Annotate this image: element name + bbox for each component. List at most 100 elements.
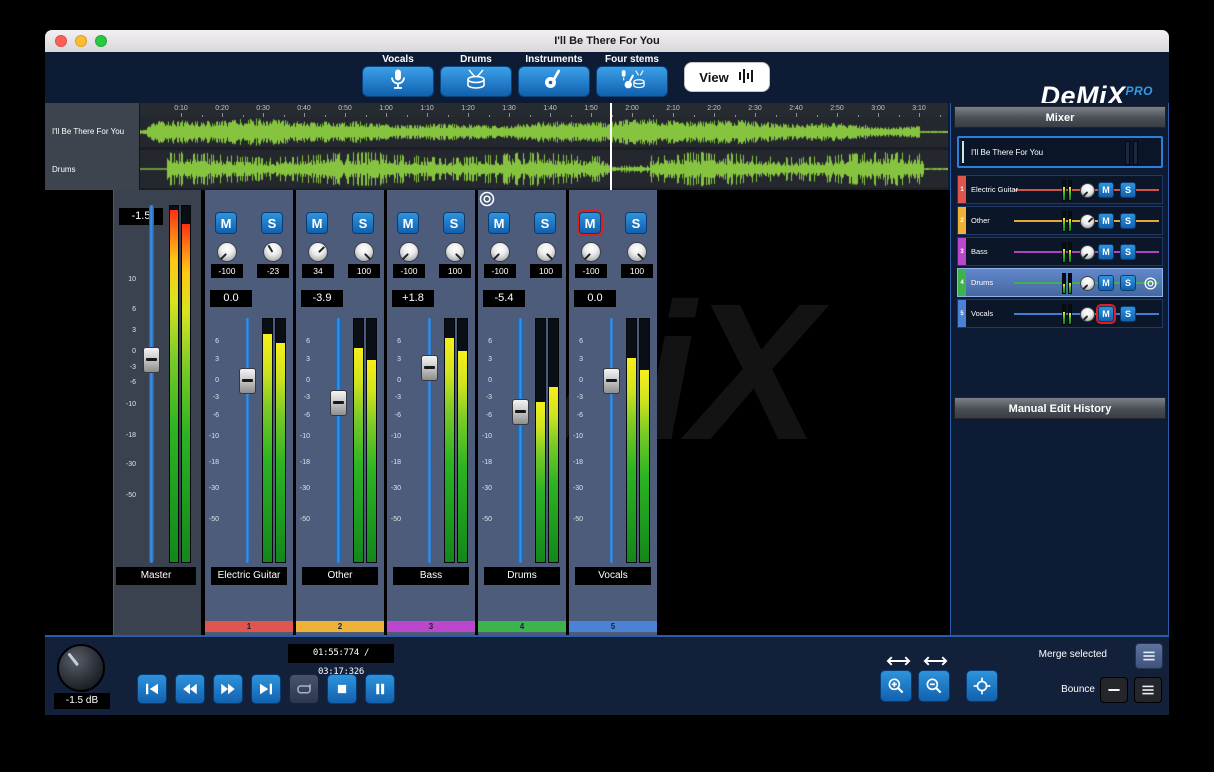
fast-forward-button[interactable] <box>213 674 243 704</box>
row-pan-knob-electric-guitar[interactable] <box>1080 183 1095 198</box>
row-meter-fill <box>1063 187 1065 200</box>
waveform-drums[interactable] <box>140 150 948 188</box>
row-meter <box>1068 273 1072 294</box>
width-knob-electric-guitar[interactable] <box>263 242 283 262</box>
row-solo-button-vocals[interactable]: S <box>1120 306 1136 322</box>
solo-button-bass[interactable]: S <box>443 212 465 234</box>
waveform-mix[interactable] <box>140 117 948 147</box>
row-mute-button-bass[interactable]: M <box>1098 244 1114 260</box>
fader-handle-vocals[interactable] <box>603 368 620 394</box>
master-track-name: I'll Be There For You <box>971 138 1043 166</box>
channel-scale-label: -3 <box>478 394 492 401</box>
view-button[interactable]: View <box>684 62 770 92</box>
track-label-drums[interactable]: Drums <box>45 165 140 174</box>
channel-name-label-other: Other <box>302 567 378 585</box>
zoom-in-button[interactable] <box>880 670 912 702</box>
channel-scale-label: 3 <box>478 356 492 363</box>
solo-button-other[interactable]: S <box>352 212 374 234</box>
mixer-row-other[interactable]: 2OtherMS <box>957 206 1163 235</box>
loop-button[interactable] <box>289 674 319 704</box>
solo-button-drums[interactable]: S <box>534 212 556 234</box>
width-knob-other[interactable] <box>354 242 374 262</box>
pan-knob-electric-guitar[interactable] <box>217 242 237 262</box>
width-knob-bass[interactable] <box>445 242 465 262</box>
microphone-icon <box>385 67 411 91</box>
channel-color-bar-vocals: 5 <box>569 621 657 632</box>
fader-handle-electric-guitar[interactable] <box>239 368 256 394</box>
mute-button-bass[interactable]: M <box>397 212 419 234</box>
fader-handle-drums[interactable] <box>512 399 529 425</box>
stem-button-four-stems[interactable] <box>596 66 668 97</box>
pan-knob-other[interactable] <box>308 242 328 262</box>
knob-indicator <box>1083 191 1089 197</box>
master-fader-handle[interactable] <box>143 347 160 373</box>
row-meter <box>1068 180 1072 201</box>
channel-scale-label: -18 <box>205 459 219 466</box>
fader-track-vocals[interactable] <box>609 318 614 563</box>
pan-knob-drums[interactable] <box>490 242 510 262</box>
stem-button-drums[interactable] <box>440 66 512 97</box>
master-fader-track[interactable] <box>149 205 154 563</box>
row-mute-button-other[interactable]: M <box>1098 213 1114 229</box>
knob-indicator <box>584 253 591 260</box>
skip-end-button[interactable] <box>251 674 281 704</box>
row-solo-button-drums[interactable]: S <box>1120 275 1136 291</box>
solo-button-electric-guitar[interactable]: S <box>261 212 283 234</box>
row-mute-button-drums[interactable]: M <box>1098 275 1114 291</box>
stem-button-instruments[interactable] <box>518 66 590 97</box>
fader-track-other[interactable] <box>336 318 341 563</box>
row-pan-knob-drums[interactable] <box>1080 276 1095 291</box>
mixer-row-electric-guitar[interactable]: 1Electric GuitarMS <box>957 175 1163 204</box>
playhead[interactable] <box>610 103 612 190</box>
master-name-label: Master <box>116 567 196 585</box>
time-display: 01:55:774 / 03:17:326 <box>288 644 394 663</box>
level-readout-bass: +1.8 <box>392 290 434 307</box>
channel-scale-label: -3 <box>296 394 310 401</box>
pan-knob-vocals[interactable] <box>581 242 601 262</box>
channel-strip-electric-guitar: MS-100-230.0630-3-6-10-18-30-50Electric … <box>205 190 293 635</box>
mixer-row-bass[interactable]: 3BassMS <box>957 237 1163 266</box>
mute-button-electric-guitar[interactable]: M <box>215 212 237 234</box>
zoom-out-button[interactable] <box>918 670 950 702</box>
row-solo-button-other[interactable]: S <box>1120 213 1136 229</box>
width-knob-vocals[interactable] <box>627 242 647 262</box>
master-scale-label: -18 <box>120 432 136 439</box>
row-pan-knob-other[interactable] <box>1080 214 1095 229</box>
fader-track-electric-guitar[interactable] <box>245 318 250 563</box>
time-ruler[interactable]: 0:100:200:300:400:501:001:101:201:301:40… <box>140 103 948 117</box>
fader-track-drums[interactable] <box>518 318 523 563</box>
channel-name-label-electric-guitar: Electric Guitar <box>211 567 287 585</box>
bounce-menu-button[interactable] <box>1134 677 1162 703</box>
pan-value-bass: -100 <box>393 264 425 278</box>
width-knob-drums[interactable] <box>536 242 556 262</box>
rewind-button[interactable] <box>175 674 205 704</box>
merge-menu-button[interactable] <box>1135 643 1163 669</box>
bounce-minus-button[interactable] <box>1100 677 1128 703</box>
row-pan-knob-vocals[interactable] <box>1080 307 1095 322</box>
mute-button-vocals[interactable]: M <box>579 212 601 234</box>
skip-start-button[interactable] <box>137 674 167 704</box>
row-spotlight-icon[interactable] <box>1143 276 1158 291</box>
row-pan-knob-bass[interactable] <box>1080 245 1095 260</box>
solo-button-vocals[interactable]: S <box>625 212 647 234</box>
mute-button-other[interactable]: M <box>306 212 328 234</box>
row-mute-button-vocals[interactable]: M <box>1098 306 1114 322</box>
master-volume-knob[interactable] <box>57 644 105 692</box>
stem-button-vocals[interactable] <box>362 66 434 97</box>
mixer-row-drums[interactable]: 4DrumsMS <box>957 268 1163 297</box>
spotlight-icon[interactable] <box>478 190 496 208</box>
fader-handle-other[interactable] <box>330 390 347 416</box>
mute-button-drums[interactable]: M <box>488 212 510 234</box>
pause-button[interactable] <box>365 674 395 704</box>
mixer-row-vocals[interactable]: 5VocalsMS <box>957 299 1163 328</box>
pan-knob-bass[interactable] <box>399 242 419 262</box>
master-track-row[interactable]: I'll Be There For You <box>957 136 1163 168</box>
row-solo-button-electric-guitar[interactable]: S <box>1120 182 1136 198</box>
master-scale-label: -3 <box>120 364 136 371</box>
meter-electric-guitar-right <box>275 318 286 563</box>
fader-handle-bass[interactable] <box>421 355 438 381</box>
track-label-mix[interactable]: I'll Be There For You <box>45 127 140 136</box>
row-mute-button-electric-guitar[interactable]: M <box>1098 182 1114 198</box>
row-solo-button-bass[interactable]: S <box>1120 244 1136 260</box>
ruler-tick-label: 1:00 <box>379 105 393 112</box>
